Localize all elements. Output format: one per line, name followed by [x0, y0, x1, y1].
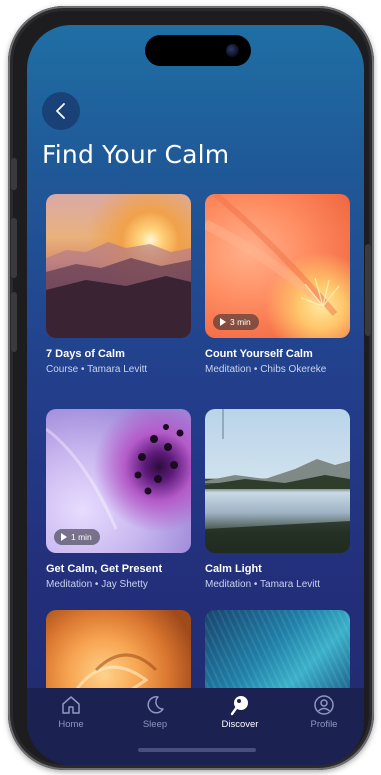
tab-label: Sleep [142, 719, 168, 730]
card-thumbnail: 1 min [46, 409, 191, 553]
content-card-calm-light[interactable]: Calm Light Meditation • Tamara Levitt [205, 409, 350, 591]
content-card-7-days-of-calm[interactable]: 7 Days of Calm Course • Tamara Levitt [46, 194, 191, 376]
profile-icon [314, 695, 334, 715]
mute-switch [11, 158, 17, 190]
home-icon [62, 696, 80, 714]
moon-icon [147, 696, 164, 714]
duration-label: 3 min [230, 317, 251, 327]
page-title: Find Your Calm [42, 140, 230, 169]
card-title: 7 Days of Calm [46, 348, 125, 360]
tab-label: Profile [310, 719, 338, 730]
tab-label: Home [58, 719, 84, 730]
card-title: Count Yourself Calm [205, 348, 313, 360]
play-icon [61, 533, 67, 541]
front-camera [226, 44, 239, 57]
card-subtitle: Meditation • Tamara Levitt [205, 579, 321, 590]
volume-down-button [11, 292, 17, 352]
card-title: Get Calm, Get Present [46, 563, 163, 575]
power-button [365, 244, 371, 336]
card-thumbnail [205, 409, 350, 553]
card-thumbnail: 3 min [205, 194, 350, 338]
dynamic-island [145, 35, 251, 66]
play-icon [220, 318, 226, 326]
tab-sleep[interactable]: Sleep [120, 694, 190, 730]
home-indicator [138, 748, 256, 752]
card-subtitle: Meditation • Chibs Okereke [205, 364, 327, 375]
card-subtitle: Course • Tamara Levitt [46, 364, 148, 375]
chevron-left-icon [56, 103, 65, 119]
tab-discover[interactable]: Discover [205, 694, 275, 730]
tab-profile[interactable]: Profile [289, 694, 359, 730]
discover-icon [230, 696, 248, 716]
tab-label: Discover [221, 719, 259, 730]
card-thumbnail [46, 194, 191, 338]
content-card-count-yourself-calm[interactable]: 3 min Count Yourself Calm Meditation • C… [205, 194, 350, 376]
duration-badge: 1 min [54, 529, 100, 545]
card-title: Calm Light [205, 563, 262, 575]
volume-up-button [11, 218, 17, 278]
duration-badge: 3 min [213, 314, 259, 330]
duration-label: 1 min [71, 532, 92, 542]
card-subtitle: Meditation • Jay Shetty [46, 579, 148, 590]
tab-home[interactable]: Home [36, 694, 106, 730]
app-screen: Find Your Calm 7 Days of Calm Course • T… [27, 25, 364, 765]
tab-bar: Home Sleep Discover Profile [27, 688, 364, 765]
back-button[interactable] [42, 92, 80, 130]
content-card-get-calm-get-present[interactable]: 1 min Get Calm, Get Present Meditation •… [46, 409, 191, 591]
